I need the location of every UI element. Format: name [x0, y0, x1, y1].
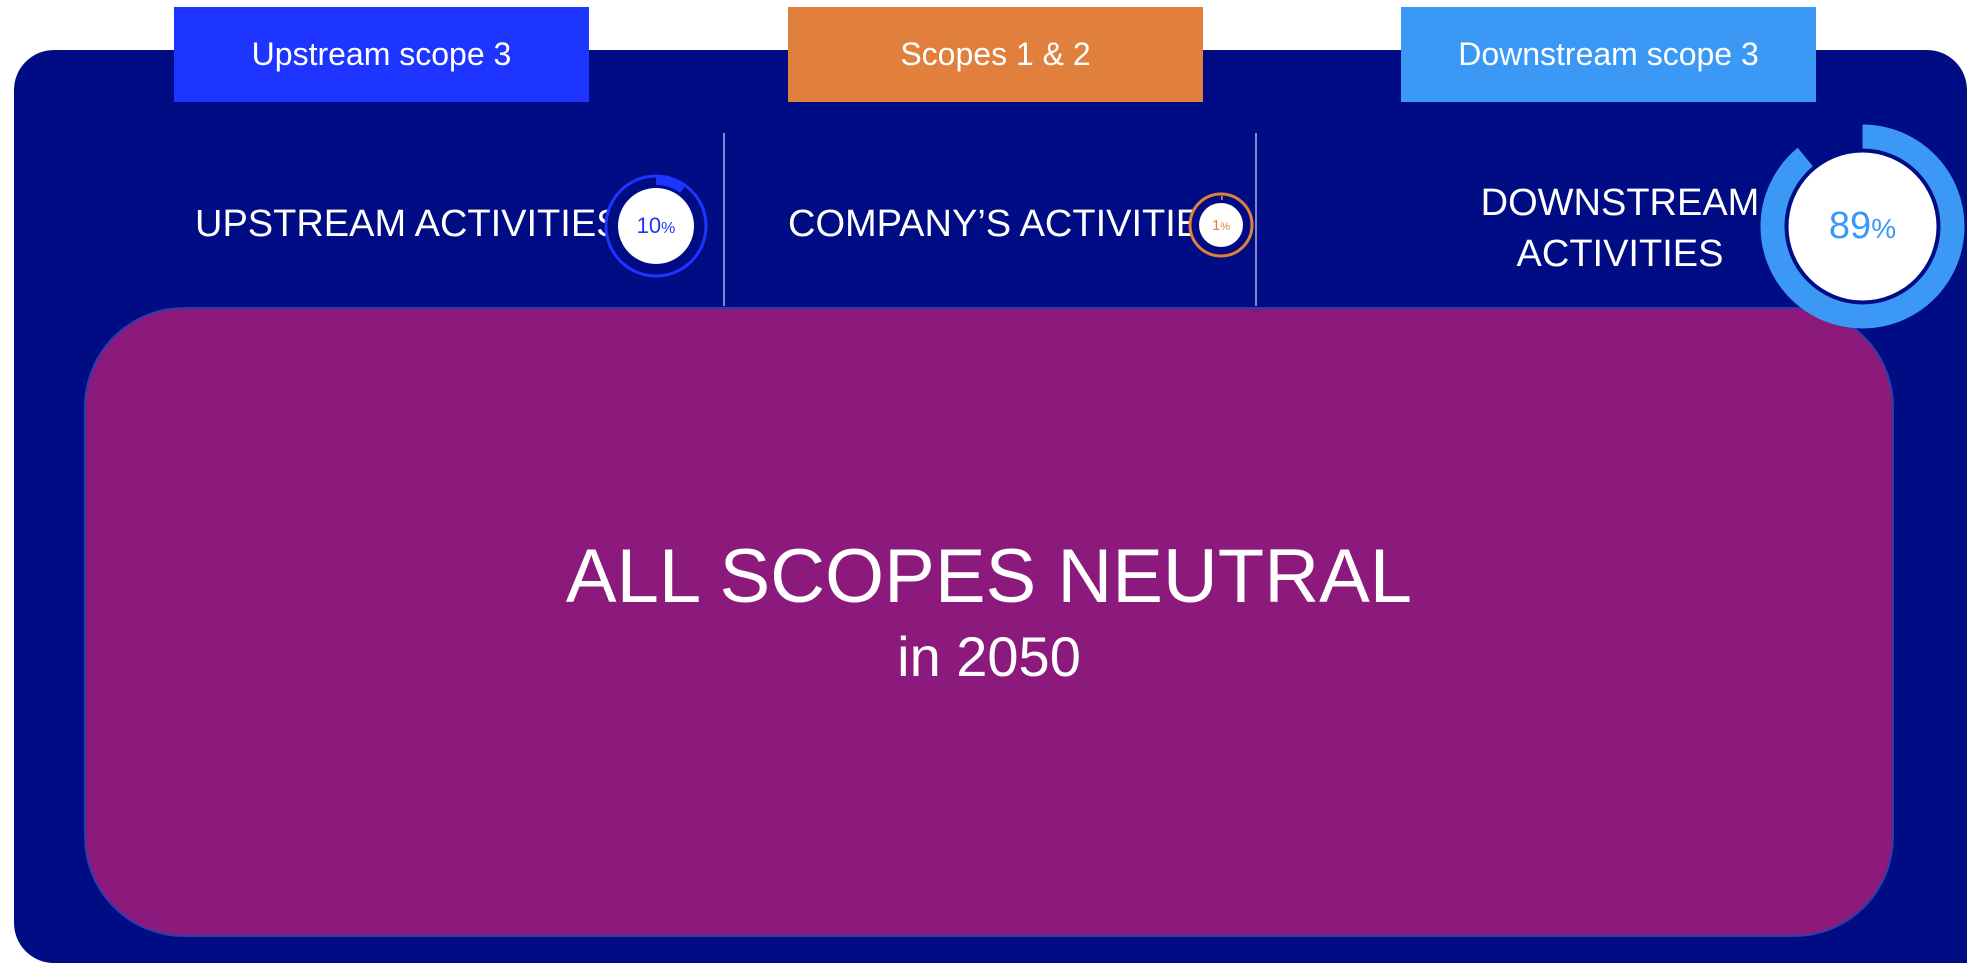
downstream-activities-label: DOWNSTREAM ACTIVITIES — [1480, 182, 1760, 275]
upstream-share-donut: 10% — [600, 170, 712, 282]
downstream-scope-3-tab: Downstream scope 3 — [1401, 7, 1816, 102]
company-share-donut: 1% — [1188, 192, 1254, 258]
company-activities-label: COMPANY’S ACTIVITIES — [788, 203, 1227, 245]
scopes-1-2-tab: Scopes 1 & 2 — [788, 7, 1203, 102]
goal-year: in 2050 — [897, 625, 1081, 688]
upstream-activities-label: UPSTREAM ACTIVITIES — [195, 203, 622, 245]
percent-sign: % — [661, 220, 676, 237]
upstream-share-value: 10 — [636, 213, 662, 238]
upstream-scope-3-tab: Upstream scope 3 — [174, 7, 589, 102]
goal-title: ALL SCOPES NEUTRAL — [565, 534, 1413, 619]
neutral-goal-box: ALL SCOPES NEUTRAL in 2050 — [84, 307, 1894, 937]
divider — [1255, 133, 1257, 306]
scope-diagram: Upstream scope 3 Scopes 1 & 2 Downstream… — [0, 0, 1967, 963]
percent-sign: % — [1871, 213, 1897, 244]
divider — [723, 133, 725, 306]
downstream-share-donut: 89% — [1758, 122, 1967, 331]
downstream-share-value: 89 — [1828, 205, 1872, 247]
percent-sign: % — [1220, 220, 1231, 233]
